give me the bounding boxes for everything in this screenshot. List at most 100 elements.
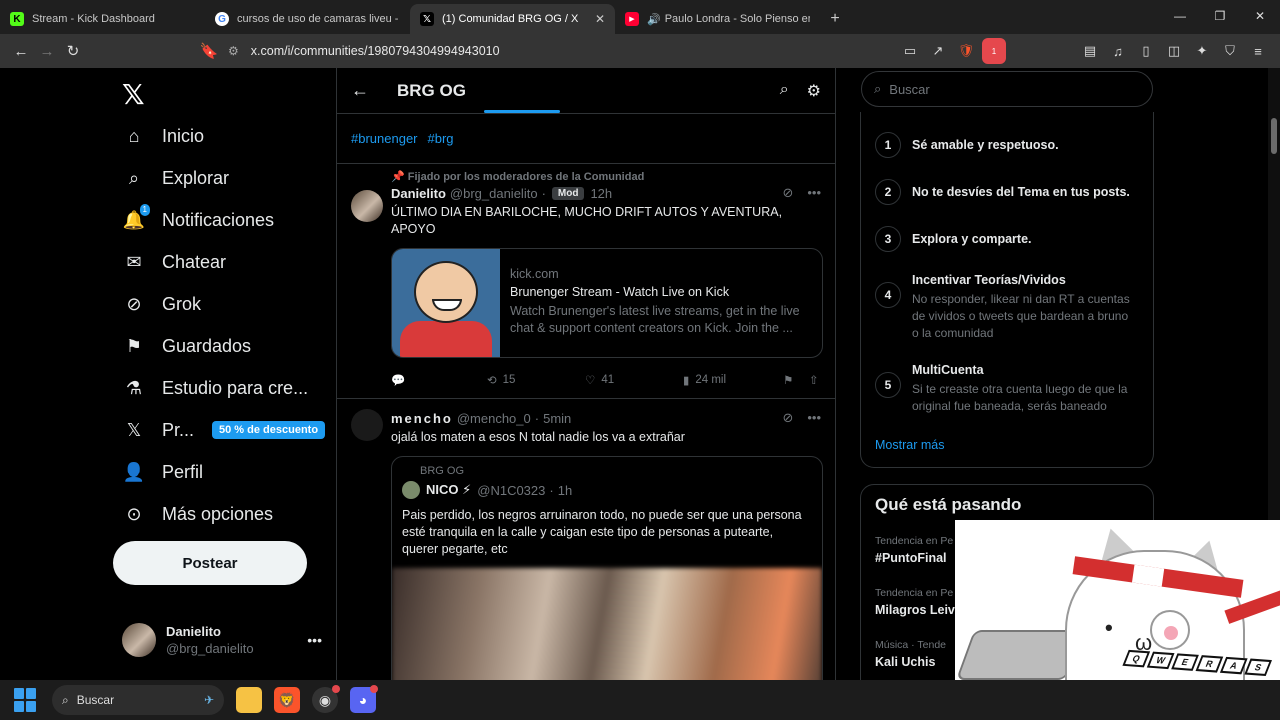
tweet-author-name[interactable]: Danielito	[391, 186, 446, 201]
file-explorer-icon[interactable]	[236, 687, 262, 713]
brave-browser-icon[interactable]: 🦁	[274, 687, 300, 713]
tweet[interactable]: 📌 Fijado por los moderadores de la Comun…	[337, 164, 835, 399]
minimize-icon[interactable]: —	[1160, 0, 1200, 32]
x-premium-icon: 𝕏	[126, 419, 142, 440]
brave-shield-icon[interactable]: 🛡	[954, 38, 978, 64]
search-icon[interactable]: ⌕	[780, 81, 789, 101]
like-button[interactable]: ♡ 41	[585, 373, 683, 387]
views-button[interactable]: ▮ 24 mil	[683, 373, 783, 387]
left-navigation: 𝕏 ⌂ Inicio ⌕ Explorar 🔔 1 Notificaciones …	[110, 68, 330, 680]
reload-icon[interactable]: ↻	[60, 38, 86, 64]
menu-icon[interactable]: ≡	[1246, 38, 1270, 64]
hashtag-link[interactable]: #brunenger	[351, 131, 418, 146]
brave-rewards-icon[interactable]: ▲1	[982, 38, 1006, 64]
cast-icon[interactable]: ▭	[898, 38, 922, 64]
windows-start-icon[interactable]	[14, 688, 38, 712]
tweet-author-name[interactable]: mencho	[391, 411, 453, 426]
back-arrow-icon[interactable]: ←	[351, 80, 381, 101]
site-settings-icon[interactable]: ⚙	[228, 44, 239, 58]
rule-item: 1 Sé amable y respetuoso.	[875, 132, 1059, 158]
reader-icon[interactable]: ▤	[1078, 38, 1102, 64]
nav-item-premium[interactable]: 𝕏 Pr... 50 % de descuento	[122, 410, 326, 450]
show-more-link[interactable]: Mostrar más	[875, 438, 944, 452]
grok-icon[interactable]: ⊘	[782, 410, 793, 426]
restore-icon[interactable]: ❐	[1200, 0, 1240, 32]
tweet-author-handle[interactable]: @mencho_0	[457, 411, 531, 426]
taskbar-search[interactable]: ⌕ Buscar ✈	[52, 685, 224, 715]
nav-item-grok[interactable]: ⊘ Grok	[122, 284, 201, 324]
nav-item-estudio[interactable]: ⚗ Estudio para cre...	[122, 368, 308, 408]
more-icon[interactable]: •••	[807, 185, 821, 201]
grok-icon[interactable]: ⊘	[782, 185, 793, 201]
premium-discount-badge[interactable]: 50 % de descuento	[212, 421, 326, 439]
nav-item-mas-opciones[interactable]: ⊙ Más opciones	[122, 494, 273, 534]
wallet-icon[interactable]: ◫	[1162, 38, 1186, 64]
rule-title: MultiCuenta	[912, 363, 984, 377]
forward-icon[interactable]: →	[34, 38, 60, 64]
more-icon[interactable]: •••	[807, 410, 821, 426]
bell-icon: 🔔 1	[122, 204, 150, 232]
pinned-label: 📌 Fijado por los moderadores de la Comun…	[391, 164, 821, 184]
avatar[interactable]	[351, 409, 383, 441]
nav-item-explorar[interactable]: ⌕ Explorar	[122, 158, 229, 198]
quote-video[interactable]	[392, 568, 822, 680]
account-switcher[interactable]: Danielito @brg_danielito •••	[122, 623, 322, 657]
tweet-text: ojalá los maten a esos N total nadie los…	[391, 430, 685, 444]
share-button[interactable]: ⇧	[809, 373, 819, 387]
search-icon: ⌕	[62, 692, 69, 707]
search-input[interactable]: ⌕ Buscar	[861, 71, 1153, 107]
avatar[interactable]	[351, 190, 383, 222]
post-button[interactable]: Postear	[113, 541, 307, 585]
repost-button[interactable]: ⟲ 15	[487, 373, 585, 387]
nav-label: Estudio para cre...	[162, 377, 309, 398]
trend-item[interactable]: Tendencia en Pe Milagros Leiv	[875, 587, 955, 617]
tab-youtube[interactable]: ▶ 🔊 Paulo Londra - Solo Pienso en Ti	[615, 4, 820, 34]
close-icon[interactable]: ✕	[595, 12, 605, 26]
url-field[interactable]: ⚙ x.com/i/communities/198079430499494301…	[228, 38, 878, 64]
nav-item-perfil[interactable]: 👤 Perfil	[122, 452, 203, 492]
more-circle-icon: ⊙	[126, 503, 142, 524]
nav-item-notificaciones[interactable]: 🔔 1 Notificaciones	[122, 200, 274, 240]
discord-icon[interactable]: ◕	[350, 685, 378, 713]
sidebar-icon[interactable]: ▯	[1134, 38, 1158, 64]
tweet[interactable]: mencho @mencho_0 · 5min ⊘ ••• ojalá los …	[337, 399, 835, 680]
new-tab-button[interactable]: +	[820, 4, 850, 34]
rule-description: Si te creaste otra cuenta luego de que l…	[912, 382, 1128, 413]
start-square	[26, 688, 36, 699]
tweet-time[interactable]: 12h	[590, 186, 612, 201]
bookmark-icon: ⚑	[783, 375, 794, 387]
back-icon[interactable]: ←	[8, 38, 34, 64]
bookmark-button[interactable]: ⚑	[783, 373, 809, 387]
scrollbar-thumb[interactable]	[1271, 118, 1277, 154]
link-card[interactable]: kick.com Brunenger Stream - Watch Live o…	[391, 248, 823, 358]
trend-item[interactable]: Música · Tende Kali Uchis	[875, 639, 946, 669]
music-icon[interactable]: ♫	[1106, 38, 1130, 64]
tweet-author-handle[interactable]: @brg_danielito	[450, 186, 538, 201]
rule-title: No te desvíes del Tema en tus posts.	[912, 185, 1130, 199]
bookmark-page-icon[interactable]: 🔖	[196, 38, 222, 64]
nav-item-chatear[interactable]: ✉ Chatear	[122, 242, 226, 282]
share-icon[interactable]: ↗	[926, 38, 950, 64]
thumb-face	[414, 261, 478, 323]
tweet-time[interactable]: 5min	[543, 411, 571, 426]
trend-item[interactable]: Tendencia en Pe #PuntoFinal	[875, 535, 953, 565]
home-icon: ⌂	[128, 125, 140, 146]
leo-icon[interactable]: ✦	[1190, 38, 1214, 64]
x-logo-icon[interactable]: 𝕏	[122, 78, 145, 111]
vpn-icon[interactable]: ⛉	[1218, 38, 1242, 64]
main-column: ← BRG OG ⌕ ⚙ #brunenger #brg 📌 Fijado po…	[336, 68, 836, 680]
quoted-tweet[interactable]: BRG OG NICO ⚡ @N1C0323 · 1h Pais perdido…	[391, 456, 823, 680]
tab-google-search[interactable]: G cursos de uso de camaras liveu - Mas	[205, 4, 410, 34]
more-icon[interactable]: •••	[307, 632, 322, 648]
close-window-icon[interactable]: ✕	[1240, 0, 1280, 32]
nav-label: Explorar	[162, 167, 230, 188]
hashtag-link[interactable]: #brg	[428, 131, 454, 146]
gear-icon[interactable]: ⚙	[807, 81, 821, 101]
reply-button[interactable]: 💬	[391, 373, 487, 387]
tab-kick-dashboard[interactable]: K Stream - Kick Dashboard	[0, 4, 205, 34]
trend-context: Tendencia en Pe	[875, 535, 954, 547]
nav-item-inicio[interactable]: ⌂ Inicio	[122, 116, 204, 156]
nav-item-guardados[interactable]: ⚑ Guardados	[122, 326, 251, 366]
tab-x-community[interactable]: 𝕏 (1) Comunidad BRG OG / X ✕	[410, 4, 615, 34]
obs-icon[interactable]: ◉	[312, 685, 340, 713]
